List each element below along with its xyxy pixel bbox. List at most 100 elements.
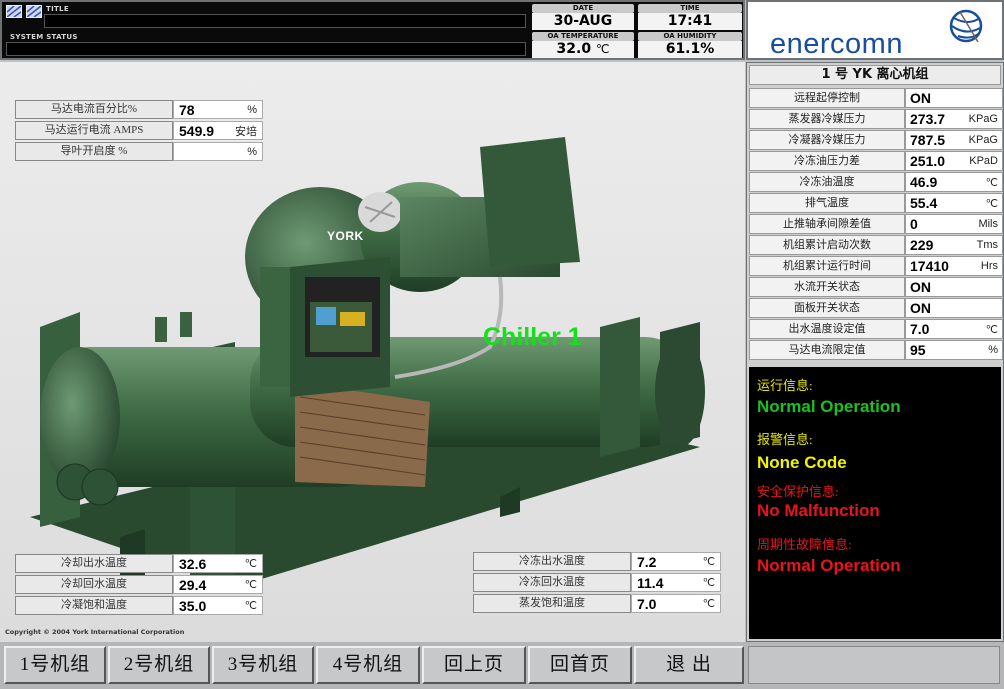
param-label: 马达电流限定值 xyxy=(749,340,905,360)
motor-value-box: 549.9 安培 xyxy=(173,121,263,140)
oa-humidity-label: OA HUMIDITY xyxy=(638,32,742,41)
chilled-unit: ℃ xyxy=(702,577,715,589)
param-value: 55.4 xyxy=(910,195,938,211)
safety-info-label: 安全保护信息: xyxy=(757,484,839,499)
param-row: 止推轴承间隙差值 0 Mils xyxy=(749,214,1003,234)
cooling-unit: ℃ xyxy=(244,558,257,570)
motor-value: 549.9 xyxy=(179,122,215,139)
cooling-value-box: 29.4 ℃ xyxy=(173,575,263,594)
param-row: 面板开关状态 ON xyxy=(749,298,1003,318)
param-label: 面板开关状态 xyxy=(749,298,905,318)
chilled-unit: ℃ xyxy=(702,598,715,610)
oa-temperature-value: 32.0 ℃ xyxy=(532,41,634,58)
home-button[interactable]: 回首页 xyxy=(528,646,632,684)
param-unit: KPaG xyxy=(968,113,998,125)
system-status-field xyxy=(6,42,526,56)
param-label: 水流开关状态 xyxy=(749,277,905,297)
cooling-value-box: 35.0 ℃ xyxy=(173,596,263,615)
motor-value-box: % xyxy=(173,142,263,161)
screen-icon-2[interactable] xyxy=(26,5,42,18)
cooling-row: 冷却回水温度 29.4 ℃ xyxy=(15,575,263,594)
param-value: ON xyxy=(910,279,931,295)
param-unit: ℃ xyxy=(985,197,998,210)
exit-button[interactable]: 退 出 xyxy=(634,646,744,684)
param-label: 排气温度 xyxy=(749,193,905,213)
alarm-info-label: 报警信息: xyxy=(757,432,813,447)
cooling-value: 32.6 xyxy=(179,555,207,572)
param-value: ON xyxy=(910,300,931,316)
param-row: 远程起停控制 ON xyxy=(749,88,1003,108)
chilled-value-box: 11.4 ℃ xyxy=(631,573,721,592)
param-row: 机组累计启动次数 229 Tms xyxy=(749,235,1003,255)
time-label: TIME xyxy=(638,4,742,13)
param-label: 蒸发器冷媒压力 xyxy=(749,109,905,129)
chilled-label: 冷冻回水温度 xyxy=(473,573,631,592)
param-value-box: 273.7 KPaG xyxy=(905,109,1003,129)
cooling-label: 冷却出水温度 xyxy=(15,554,173,573)
chilled-label: 冷冻出水温度 xyxy=(473,552,631,571)
chiller-name-label: Chiller 1 xyxy=(483,323,582,351)
chilled-value: 7.2 xyxy=(637,553,657,570)
screen-icon[interactable] xyxy=(6,5,22,18)
panel-title: 1 号 YK 离心机组 xyxy=(749,65,1001,85)
param-value-box: 17410 Hrs xyxy=(905,256,1003,276)
param-unit: Hrs xyxy=(980,260,998,272)
system-status-label: SYSTEM STATUS xyxy=(10,33,78,41)
motor-label: 导叶开启度 % xyxy=(15,142,173,161)
york-logo: YORK xyxy=(327,229,364,243)
param-value-box: 0 Mils xyxy=(905,214,1003,234)
param-value-box: 229 Tms xyxy=(905,235,1003,255)
unit-2-button[interactable]: 2号机组 xyxy=(108,646,210,684)
param-unit: Tms xyxy=(976,239,998,251)
param-value: 95 xyxy=(910,342,926,358)
cooling-label: 冷却回水温度 xyxy=(15,575,173,594)
motor-row: 导叶开启度 % % xyxy=(15,142,263,161)
chiller-display: Chiller 1 YORK 马达电流百分比% 78% 马达运行电流 AMPS … xyxy=(0,62,745,642)
logo-text: enercomn xyxy=(770,28,903,60)
unit-4-button[interactable]: 4号机组 xyxy=(316,646,420,684)
param-unit: Mils xyxy=(978,218,998,230)
empty-panel xyxy=(748,646,1000,684)
oa-humidity-value: 61.1% xyxy=(638,41,742,58)
chiller-illustration xyxy=(30,137,705,592)
status-messages: 运行信息: Normal Operation 报警信息: None Code 安… xyxy=(749,367,1001,639)
param-value-box: 787.5 KPaG xyxy=(905,130,1003,150)
param-unit: % xyxy=(988,344,998,356)
globe-icon xyxy=(949,9,983,43)
param-value: ON xyxy=(910,90,931,106)
run-info-value: Normal Operation xyxy=(757,397,901,416)
param-unit: ℃ xyxy=(985,176,998,189)
time-value: 17:41 xyxy=(638,13,742,30)
param-value: 251.0 xyxy=(910,153,946,169)
param-label: 冷冻油压力差 xyxy=(749,151,905,171)
back-button[interactable]: 回上页 xyxy=(422,646,526,684)
param-value-box: ON xyxy=(905,277,1003,297)
grid-icon xyxy=(27,6,41,17)
cooling-row: 冷凝饱和温度 35.0 ℃ xyxy=(15,596,263,615)
param-unit: ℃ xyxy=(985,323,998,336)
chilled-value: 11.4 xyxy=(637,574,664,591)
company-logo: enercomn xyxy=(746,0,1004,60)
param-value-box: ON xyxy=(905,88,1003,108)
unit-3-button[interactable]: 3号机组 xyxy=(212,646,314,684)
chilled-row: 冷冻回水温度 11.4 ℃ xyxy=(473,573,721,592)
cycling-info-label: 周期性故障信息: xyxy=(757,537,852,552)
cooling-value: 35.0 xyxy=(179,597,207,614)
param-row: 冷凝器冷媒压力 787.5 KPaG xyxy=(749,130,1003,150)
cooling-row: 冷却出水温度 32.6 ℃ xyxy=(15,554,263,573)
param-row: 蒸发器冷媒压力 273.7 KPaG xyxy=(749,109,1003,129)
alarm-info-value: None Code xyxy=(757,453,847,472)
param-value: 46.9 xyxy=(910,174,938,190)
param-row: 机组累计运行时间 17410 Hrs xyxy=(749,256,1003,276)
motor-value: 78 xyxy=(179,101,195,118)
param-label: 冷凝器冷媒压力 xyxy=(749,130,905,150)
cooling-value-box: 32.6 ℃ xyxy=(173,554,263,573)
motor-unit: 安培 xyxy=(235,125,257,138)
safety-info-value: No Malfunction xyxy=(757,501,880,520)
motor-unit: % xyxy=(247,145,257,158)
bottom-nav: 1号机组 2号机组 3号机组 4号机组 回上页 回首页 退 出 xyxy=(0,642,1004,689)
param-value-box: 7.0 ℃ xyxy=(905,319,1003,339)
unit-1-button[interactable]: 1号机组 xyxy=(4,646,106,684)
cooling-label: 冷凝饱和温度 xyxy=(15,596,173,615)
param-value: 17410 xyxy=(910,258,949,274)
